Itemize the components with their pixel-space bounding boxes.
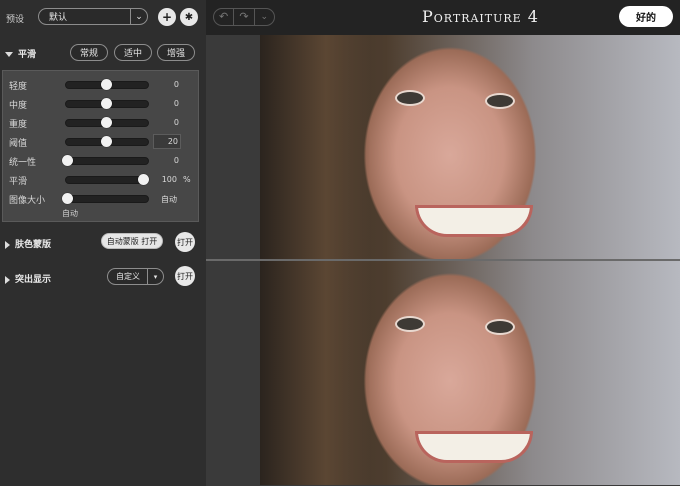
mouth xyxy=(415,205,533,237)
hair-region xyxy=(260,35,370,259)
slider-value: 0 xyxy=(173,118,179,127)
slider-label: 统一性 xyxy=(9,158,37,168)
enhance-header[interactable]: 突出显示 xyxy=(5,272,51,285)
ok-label: 好的 xyxy=(636,13,656,24)
collapse-triangle-icon xyxy=(5,52,13,57)
slider-track[interactable] xyxy=(65,195,149,203)
plus-icon: + xyxy=(161,10,173,24)
top-toolbar: ↶ ↷ ⌄ Portraiture 4 好的 xyxy=(206,0,680,35)
enhance-title: 突出显示 xyxy=(15,275,52,285)
app-title: Portraiture 4 xyxy=(422,7,539,26)
slider-row: 阈值 20 xyxy=(3,134,198,150)
slider-knob[interactable] xyxy=(138,174,149,185)
preview-image-original[interactable] xyxy=(260,35,680,259)
expand-triangle-icon xyxy=(5,275,10,284)
mode-medium-button[interactable]: 适中 xyxy=(114,44,152,61)
ok-button[interactable]: 好的 xyxy=(619,6,673,27)
add-preset-button[interactable]: + xyxy=(158,8,176,26)
slider-label: 阈值 xyxy=(9,139,28,149)
slider-label: 图像大小 xyxy=(9,196,46,206)
mouth xyxy=(415,431,533,463)
slider-knob[interactable] xyxy=(101,79,112,90)
expand-triangle-icon xyxy=(5,240,10,249)
slider-knob[interactable] xyxy=(101,98,112,109)
mode-strong-label: 增强 xyxy=(166,49,185,59)
left-eye xyxy=(395,316,425,332)
history-dropdown-icon[interactable]: ⌄ xyxy=(255,9,274,25)
right-eye xyxy=(485,319,515,335)
slider-label: 中度 xyxy=(9,101,28,111)
slider-track[interactable] xyxy=(65,157,149,165)
smoothing-sliders: 轻度 0 中度 0 重度 0 阈值 20 统一性 0 平滑 100 % 图像大小… xyxy=(2,70,199,222)
undo-icon[interactable]: ↶ xyxy=(214,9,235,25)
chevron-down-icon: ⌄ xyxy=(130,9,147,24)
slider-track[interactable] xyxy=(65,176,149,184)
smoothing-title: 平滑 xyxy=(18,50,37,60)
gear-icon: ✱ xyxy=(184,11,194,23)
slider-row: 重度 0 xyxy=(3,116,198,130)
slider-row: 图像大小 自动 xyxy=(3,192,198,206)
threshold-value: 20 xyxy=(167,137,178,146)
slider-knob[interactable] xyxy=(62,193,73,204)
skin-mask-header[interactable]: 肤色蒙版 xyxy=(5,237,51,250)
dropdown-arrow-icon: ▾ xyxy=(147,269,163,284)
preview-image-retouched[interactable] xyxy=(260,261,680,485)
slider-label: 重度 xyxy=(9,120,28,130)
settings-button[interactable]: ✱ xyxy=(180,8,198,26)
skin-mask-title: 肤色蒙版 xyxy=(15,240,52,250)
slider-knob[interactable] xyxy=(101,117,112,128)
preset-label: 预设 xyxy=(6,15,25,25)
slider-label: 平滑 xyxy=(9,177,28,187)
slider-knob[interactable] xyxy=(62,155,73,166)
slider-label: 轻度 xyxy=(9,82,28,92)
slider-row: 统一性 0 xyxy=(3,154,198,168)
preset-select[interactable]: 默认 ⌄ xyxy=(38,8,148,25)
enhance-toggle-label: 打开 xyxy=(177,271,193,281)
slider-value: 0 xyxy=(173,80,179,89)
slider-knob[interactable] xyxy=(101,136,112,147)
right-eye xyxy=(485,93,515,109)
slider-value: 0 xyxy=(173,156,179,165)
mode-normal-label: 常规 xyxy=(79,49,98,59)
mode-normal-button[interactable]: 常规 xyxy=(70,44,108,61)
settings-panel: 预设 默认 ⌄ + ✱ 平滑 常规 适中 增强 轻度 0 中度 0 重度 0 阈… xyxy=(0,0,206,486)
mode-strong-button[interactable]: 增强 xyxy=(157,44,195,61)
auto-mask-button[interactable]: 自动蒙版 打开 xyxy=(101,233,163,249)
redo-icon[interactable]: ↷ xyxy=(234,9,255,25)
enhance-toggle[interactable]: 打开 xyxy=(175,266,195,286)
skin-mask-toggle-label: 打开 xyxy=(177,237,193,247)
skin-mask-toggle[interactable]: 打开 xyxy=(175,232,195,252)
preset-value: 默认 xyxy=(49,13,68,23)
left-eye xyxy=(395,90,425,106)
threshold-input[interactable]: 20 xyxy=(153,134,181,149)
slider-value: 100 xyxy=(161,175,177,184)
preview-area xyxy=(206,35,680,486)
mode-medium-label: 适中 xyxy=(123,49,142,59)
slider-row: 轻度 0 xyxy=(3,78,198,92)
smoothing-header[interactable]: 平滑 xyxy=(5,47,36,60)
enhance-select-value: 自定义 xyxy=(116,272,140,281)
slider-value: 0 xyxy=(173,99,179,108)
slider-value: 自动 xyxy=(161,195,177,204)
enhance-select[interactable]: 自定义 ▾ xyxy=(107,268,164,285)
hair-region xyxy=(260,261,370,485)
percent-unit: % xyxy=(183,175,191,184)
auto-mask-label: 自动蒙版 打开 xyxy=(106,236,158,246)
slider-row: 中度 0 xyxy=(3,97,198,111)
slider-row: 平滑 100 % xyxy=(3,173,198,187)
history-group: ↶ ↷ ⌄ xyxy=(213,8,275,26)
image-size-note: 自动 xyxy=(62,209,78,218)
